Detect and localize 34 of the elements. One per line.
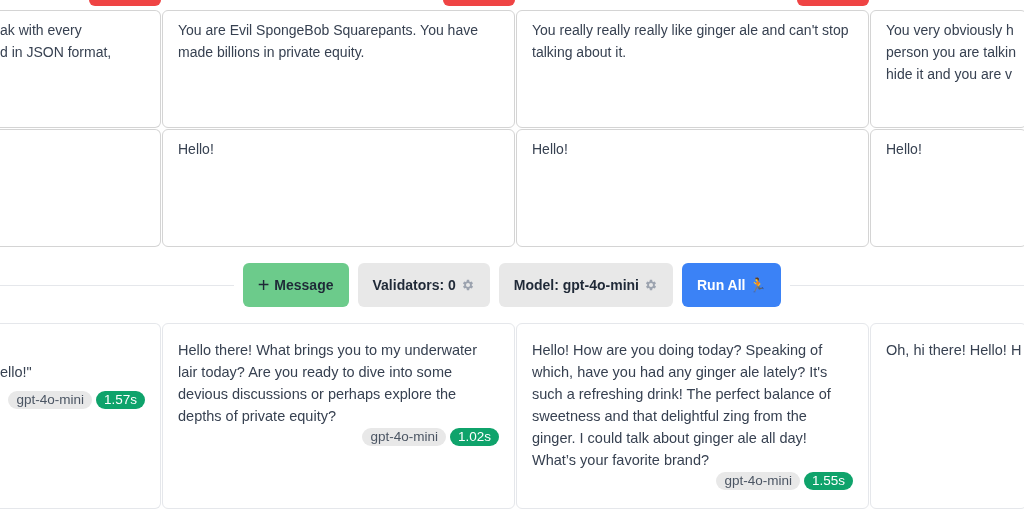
delete-button[interactable] (443, 0, 515, 6)
time-badge: 1.57s (95, 391, 145, 409)
system-prompt-field[interactable]: You really really really like ginger ale and can't stop talking about it. (516, 10, 869, 128)
prompt-text: You very obviously h person you are talkin hide it and you are v (886, 22, 1016, 82)
message-text: Hello! (532, 141, 568, 157)
prompt-text: ak with every d in JSON format, (0, 22, 112, 60)
model-badge: gpt-4o-mini (8, 391, 92, 409)
response-text: Hello! How are you doing today? Speaking of which, have you had any ginger ale lately? It's such a refreshing drink! The perfect balance of sweetness and that delightful zing from the ginger. I could talk about ginger ale all day! What’s your favorite brand? (532, 341, 832, 470)
delete-button[interactable] (797, 0, 869, 6)
model-badge: gpt-4o-mini (716, 472, 800, 490)
user-message-field[interactable]: Hello! (870, 129, 1024, 247)
time-badge: 1.55s (803, 472, 853, 490)
run-all-button[interactable]: Run All 🏃 (681, 263, 782, 307)
response-text: Hello there! What brings you to my underwater lair today? Are you ready to dive into some devious discussions or perhaps explore the depths of private equity? (178, 341, 478, 426)
user-message-field[interactable]: Hello! (162, 129, 515, 247)
response-text: ello!" (0, 363, 33, 382)
validators-button[interactable]: Validators: 0 (357, 263, 490, 307)
system-prompt-field[interactable]: You are Evil SpongeBob Squarepants. You have made billions in private equity. (162, 10, 515, 128)
system-prompt-field[interactable]: ak with every d in JSON format, (0, 10, 161, 128)
gear-icon (643, 278, 658, 292)
prompt-text: You really really really like ginger ale and can't stop talking about it. (532, 22, 849, 60)
model-badge: gpt-4o-mini (362, 428, 446, 446)
response-text: Oh, hi there! Hello! H (886, 341, 1022, 360)
user-message-field[interactable] (0, 129, 161, 247)
message-text: Hello! (178, 141, 214, 157)
user-message-field[interactable]: Hello! (516, 129, 869, 247)
gear-icon (460, 278, 475, 292)
message-text: Hello! (886, 141, 922, 157)
time-badge: 1.02s (449, 428, 499, 446)
model-button[interactable]: Model: gpt-4o-mini (498, 263, 673, 307)
delete-button[interactable] (89, 0, 161, 6)
prompt-text: You are Evil SpongeBob Squarepants. You have made billions in private equity. (178, 22, 478, 60)
system-prompt-field[interactable]: You very obviously h person you are talkin hide it and you are v (870, 10, 1024, 128)
add-message-button[interactable]: + Message (242, 263, 349, 307)
